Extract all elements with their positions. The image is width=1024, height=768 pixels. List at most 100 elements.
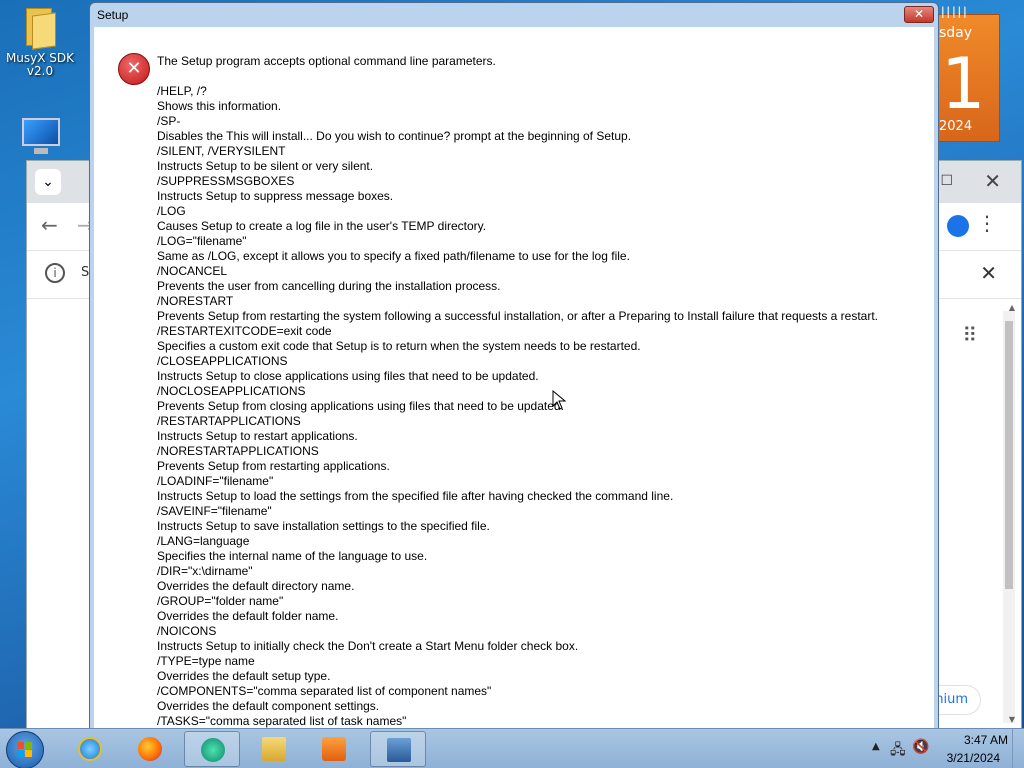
parameter-switch: /GROUP="folder name" bbox=[157, 594, 284, 608]
parameter-switch: /NORESTARTAPPLICATIONS bbox=[157, 444, 319, 458]
parameter-description: Overrides the default component settings… bbox=[157, 699, 380, 713]
dialog-close-button[interactable]: ✕ bbox=[904, 6, 934, 23]
taskbar-setup-button[interactable] bbox=[370, 731, 426, 767]
info-bar-close-button[interactable]: ✕ bbox=[980, 261, 997, 285]
calendar-date-number: 1 bbox=[941, 43, 986, 125]
setup-installer-icon bbox=[387, 738, 411, 762]
taskbar-media-button[interactable] bbox=[306, 731, 362, 767]
internet-explorer-icon bbox=[78, 737, 102, 761]
parameter-switch: /LOADINF="filename" bbox=[157, 474, 274, 488]
parameter-switch: /LOG bbox=[157, 204, 186, 218]
clock-date[interactable]: 3/21/2024 bbox=[947, 751, 1000, 765]
parameter-switch: /SAVEINF="filename" bbox=[157, 504, 272, 518]
media-player-icon bbox=[322, 737, 346, 761]
profile-icon[interactable] bbox=[947, 215, 969, 237]
start-button[interactable] bbox=[6, 731, 44, 768]
parameter-switch: /SP- bbox=[157, 114, 181, 128]
parameter-switch: /LANG=language bbox=[157, 534, 250, 548]
back-button[interactable]: ← bbox=[41, 213, 58, 237]
parameter-list: /HELP, /? Shows this information./SP- Disa… bbox=[157, 84, 917, 729]
parameter-description: Instructs Setup to close applications us… bbox=[157, 369, 539, 383]
dialog-intro-text: The Setup program accepts optional comma… bbox=[157, 54, 496, 68]
error-icon: ✕ bbox=[118, 53, 150, 85]
desktop-icon-label: MusyX SDK v2.0 bbox=[5, 51, 75, 78]
parameter-description: Overrides the default directory name. bbox=[157, 579, 355, 593]
parameter-switch: /COMPONENTS="comma separated list of com… bbox=[157, 684, 492, 698]
parameter-switch: /SILENT, /VERYSILENT bbox=[157, 144, 286, 158]
parameter-description: Prevents Setup from restarting the syste… bbox=[157, 309, 879, 323]
window-close-button[interactable]: ✕ bbox=[984, 169, 1001, 193]
calendar-rings-icon: ꟾꟾꟾꟾꟾ bbox=[941, 7, 969, 21]
clock-time[interactable]: 3:47 AM bbox=[964, 733, 1008, 747]
maximize-button[interactable]: ☐ bbox=[940, 173, 953, 189]
dialog-body: ✕ The Setup program accepts optional com… bbox=[94, 27, 934, 729]
parameter-switch: /TYPE=type name bbox=[157, 654, 255, 668]
parameter-description: Overrides the default folder name. bbox=[157, 609, 339, 623]
browser-app-icon bbox=[201, 738, 225, 762]
parameter-description: Prevents Setup from restarting applicati… bbox=[157, 459, 390, 473]
taskbar-browser-button[interactable] bbox=[184, 731, 240, 767]
system-tray: ▲ 🖧 🔇 3:47 AM 3/21/2024 bbox=[864, 729, 1024, 768]
taskbar: ▲ 🖧 🔇 3:47 AM 3/21/2024 bbox=[0, 728, 1024, 768]
apps-grid-icon[interactable]: ⠿ bbox=[962, 323, 977, 347]
calendar-gadget[interactable]: ꟾꟾꟾꟾꟾ sday 1 2024 bbox=[930, 7, 1000, 142]
parameter-description: Specifies the internal name of the langu… bbox=[157, 549, 428, 563]
close-icon: ✕ bbox=[980, 261, 997, 285]
parameter-switch: /SUPPRESSMSGBOXES bbox=[157, 174, 295, 188]
arrow-left-icon: ← bbox=[41, 213, 58, 237]
parameter-switch: /NOCLOSEAPPLICATIONS bbox=[157, 384, 306, 398]
network-icon[interactable]: 🖧 bbox=[890, 739, 906, 763]
parameter-description: Instructs Setup to suppress message boxe… bbox=[157, 189, 394, 203]
parameter-switch: /RESTARTAPPLICATIONS bbox=[157, 414, 301, 428]
tab-search-button[interactable]: ⌄ bbox=[35, 169, 61, 195]
taskbar-ie-button[interactable] bbox=[62, 731, 118, 767]
menu-kebab-icon[interactable]: ⋮ bbox=[977, 211, 997, 235]
dialog-titlebar[interactable]: Setup ✕ bbox=[90, 3, 938, 27]
parameter-switch: /RESTARTEXITCODE=exit code bbox=[157, 324, 332, 338]
parameter-description: Overrides the default setup type. bbox=[157, 669, 331, 683]
parameter-description: Prevents Setup from closing applications… bbox=[157, 399, 564, 413]
show-hidden-icons-button[interactable]: ▲ bbox=[872, 741, 880, 752]
parameter-switch: /NOCANCEL bbox=[157, 264, 228, 278]
desktop-icon-musyx-sdk[interactable]: MusyX SDK v2.0 bbox=[0, 6, 80, 78]
calendar-day: sday bbox=[939, 25, 973, 41]
parameter-description: Causes Setup to create a log file in the… bbox=[157, 219, 487, 233]
parameter-description: Instructs Setup to restart applications. bbox=[157, 429, 358, 443]
dialog-message: The Setup program accepts optional comma… bbox=[157, 54, 917, 729]
maximize-icon: ☐ bbox=[940, 173, 953, 189]
parameter-switch: /NORESTART bbox=[157, 294, 234, 308]
parameter-description: Shows this information. bbox=[157, 99, 282, 113]
parameter-switch: /DIR="x:\dirname" bbox=[157, 564, 253, 578]
show-desktop-button[interactable] bbox=[1012, 729, 1024, 768]
parameter-description: Instructs Setup to be silent or very sil… bbox=[157, 159, 374, 173]
chevron-down-icon: ⌄ bbox=[42, 174, 54, 190]
computer-icon bbox=[18, 116, 62, 156]
desktop-icon-computer[interactable] bbox=[0, 116, 80, 156]
parameter-switch: /CLOSEAPPLICATIONS bbox=[157, 354, 288, 368]
parameter-description: Same as /LOG, except it allows you to sp… bbox=[157, 249, 630, 263]
scroll-down-icon[interactable]: ▼ bbox=[1009, 715, 1015, 724]
parameter-switch: /LOG="filename" bbox=[157, 234, 247, 248]
parameter-description: Instructs Setup to save installation set… bbox=[157, 519, 490, 533]
firefox-icon bbox=[138, 737, 162, 761]
parameter-switch: /TASKS="comma separated list of task nam… bbox=[157, 714, 407, 728]
taskbar-firefox-button[interactable] bbox=[122, 731, 178, 767]
parameter-switch: /NOICONS bbox=[157, 624, 217, 638]
info-icon: i bbox=[45, 263, 65, 283]
parameter-description: Specifies a custom exit code that Setup … bbox=[157, 339, 641, 353]
calendar-year: 2024 bbox=[939, 119, 973, 134]
close-icon: ✕ bbox=[984, 169, 1001, 193]
dialog-title: Setup bbox=[97, 8, 129, 22]
taskbar-explorer-button[interactable] bbox=[246, 731, 302, 767]
parameter-switch: /HELP, /? bbox=[157, 84, 207, 98]
parameter-description: Prevents the user from cancelling during… bbox=[157, 279, 501, 293]
windows-logo-icon bbox=[17, 742, 33, 758]
setup-dialog: Setup ✕ ✕ The Setup program accepts opti… bbox=[89, 2, 939, 730]
parameter-description: Instructs Setup to initially check the D… bbox=[157, 639, 579, 653]
file-explorer-icon bbox=[262, 737, 286, 761]
scrollbar-thumb[interactable] bbox=[1005, 321, 1013, 589]
volume-muted-icon[interactable]: 🔇 bbox=[912, 739, 929, 755]
parameter-description: Instructs Setup to load the settings fro… bbox=[157, 489, 674, 503]
parameter-description: Disables the This will install... Do you… bbox=[157, 129, 632, 143]
folder-icon bbox=[22, 6, 58, 50]
